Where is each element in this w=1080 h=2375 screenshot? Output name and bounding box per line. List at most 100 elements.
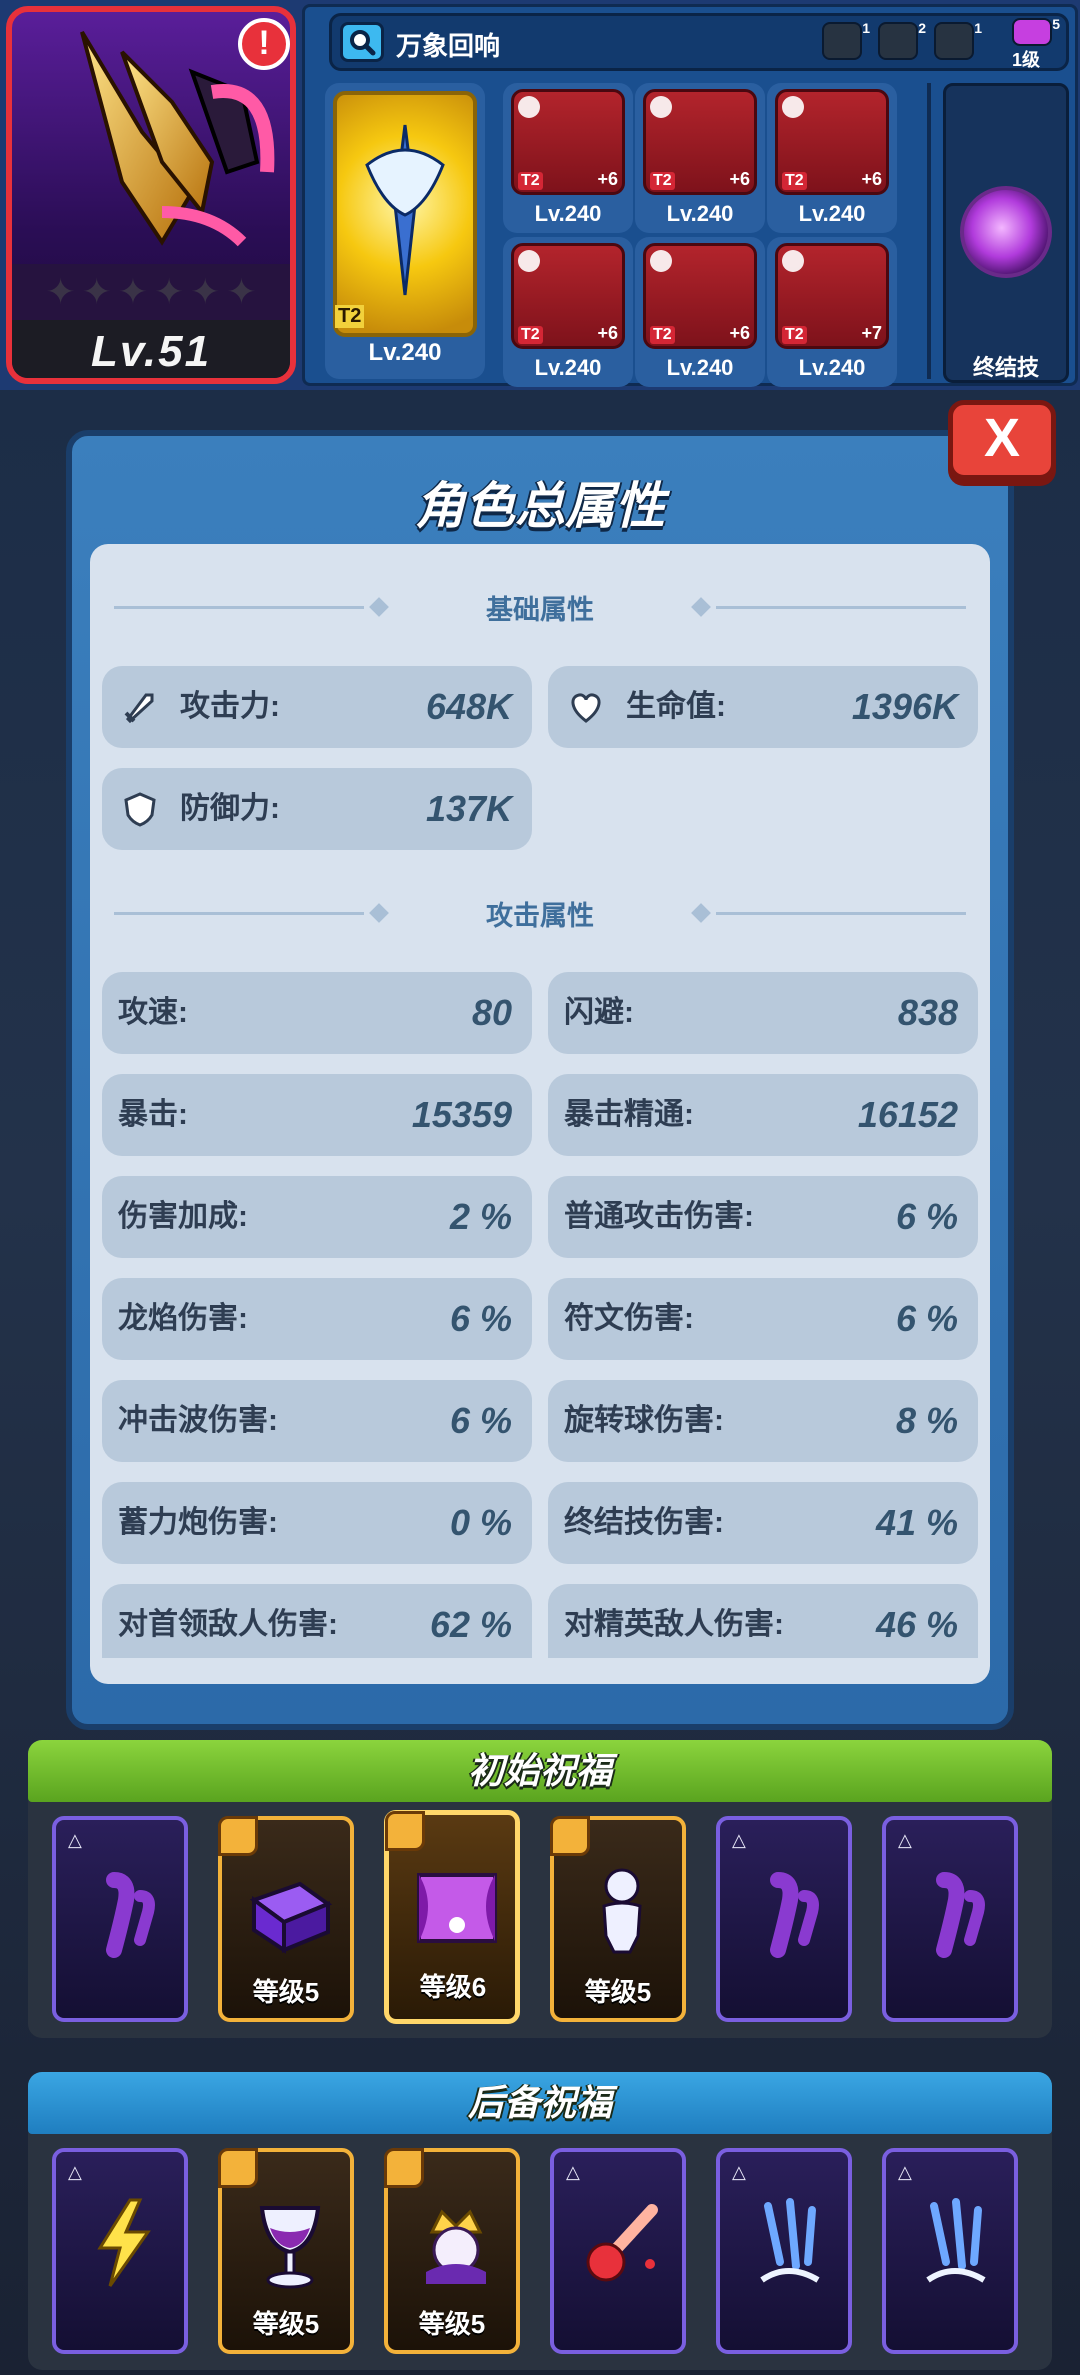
set-bar[interactable]: 万象回响 1 2 1 5 1级 bbox=[329, 13, 1069, 71]
blessing-card-locked[interactable]: △ bbox=[716, 2148, 852, 2354]
divider bbox=[716, 912, 966, 915]
close-button[interactable]: X bbox=[948, 400, 1056, 480]
reserve-blessings-section: 后备祝福 △ 等级5 等级5 △ △ △ bbox=[28, 2072, 1052, 2370]
weapon-art bbox=[333, 91, 477, 337]
item-level: Lv.240 bbox=[666, 201, 734, 226]
item-level: Lv.240 bbox=[368, 339, 442, 366]
enhance-level: +6 bbox=[861, 169, 882, 189]
blessing-card-locked[interactable]: △ bbox=[550, 2148, 686, 2354]
weapon-slot[interactable]: T2 Lv.240 bbox=[325, 83, 485, 379]
stat-label: 暴击精通: bbox=[564, 1098, 694, 1131]
stat-row: 伤害加成: 2 % bbox=[102, 1176, 532, 1258]
wrench-icon[interactable]: 1 bbox=[822, 20, 870, 60]
stat-label: 旋转球伤害: bbox=[564, 1404, 724, 1437]
stat-row: 对首领敌人伤害: 62 % bbox=[102, 1584, 532, 1658]
stat-value: 80 bbox=[471, 992, 512, 1033]
rune-badge-icon bbox=[218, 2148, 258, 2188]
stat-label: 对首领敌人伤害: bbox=[118, 1608, 338, 1641]
stat-label: 攻击力: bbox=[180, 690, 280, 723]
search-icon bbox=[350, 30, 376, 56]
stat-value: 0 % bbox=[449, 1502, 512, 1543]
stat-label: 防御力: bbox=[180, 792, 280, 825]
tier-badge: T2 bbox=[518, 172, 543, 190]
blessing-card-locked[interactable]: △ bbox=[52, 2148, 188, 2354]
armor-art: T2 +6 bbox=[643, 243, 757, 349]
blessing-card-locked[interactable]: △ bbox=[52, 1816, 188, 2022]
stats-panel: 基础属性 攻击力: 648K 生命值: 1396K 防御力: 137K 攻击属性… bbox=[90, 544, 990, 1684]
enhance-level: +6 bbox=[597, 323, 618, 343]
item-level: Lv.240 bbox=[534, 355, 602, 380]
stat-label: 暴击: bbox=[118, 1098, 188, 1131]
stat-value: 1396K bbox=[851, 686, 958, 727]
gear-slot[interactable]: T2 +6 Lv.240 bbox=[635, 83, 765, 233]
sword-icon bbox=[124, 693, 154, 724]
helmet-slot-icon bbox=[650, 96, 672, 118]
blessing-card-locked[interactable]: △ bbox=[882, 2148, 1018, 2354]
section-title: 后备祝福 bbox=[28, 2072, 1052, 2134]
stat-row: 符文伤害: 6 % bbox=[548, 1278, 978, 1360]
initial-blessings-section: 初始祝福 △ 等级5 等级6 等级5 △ △ bbox=[28, 1740, 1052, 2038]
blessing-card[interactable]: 等级5 bbox=[384, 2148, 520, 2354]
blessing-card[interactable]: 等级5 bbox=[550, 1816, 686, 2022]
stage-icon bbox=[417, 1873, 497, 1943]
stat-row-attack: 攻击力: 648K bbox=[102, 666, 532, 748]
tier-badge: T2 bbox=[782, 172, 807, 190]
stat-value: 6 % bbox=[449, 1298, 512, 1339]
lock-icon: △ bbox=[898, 2162, 912, 2182]
lock-icon: △ bbox=[566, 2162, 580, 2182]
lock-icon: △ bbox=[68, 2162, 82, 2182]
stat-row: 普通攻击伤害: 6 % bbox=[548, 1176, 978, 1258]
blessing-card-featured[interactable]: 等级6 bbox=[384, 1810, 520, 2024]
equipment-panel: 万象回响 1 2 1 5 1级 T2 Lv.240 T2 +6 Lv.240 T… bbox=[302, 4, 1078, 387]
goblet-icon bbox=[259, 2206, 321, 2289]
ultimate-skill-slot[interactable]: 终结技 bbox=[943, 83, 1069, 383]
lock-icon: △ bbox=[732, 1830, 746, 1850]
blessing-card-locked[interactable]: △ bbox=[716, 1816, 852, 2022]
skull-icon[interactable]: 5 bbox=[1012, 16, 1060, 46]
tier-badge: T2 bbox=[650, 172, 675, 190]
gear-slot[interactable]: T2 +6 Lv.240 bbox=[503, 83, 633, 233]
enhance-level: +6 bbox=[729, 323, 750, 343]
flame-icon[interactable]: 1 bbox=[934, 20, 982, 60]
blessing-card-locked[interactable]: △ bbox=[882, 1816, 1018, 2022]
gear-slot[interactable]: T2 +6 Lv.240 bbox=[635, 237, 765, 387]
trident-icon bbox=[365, 124, 445, 296]
stat-label: 伤害加成: bbox=[118, 1200, 248, 1233]
star-icon: ✦ bbox=[45, 271, 76, 312]
snowflake-icon[interactable]: 2 bbox=[878, 20, 926, 60]
stat-row: 冲击波伤害: 6 % bbox=[102, 1380, 532, 1462]
blessing-level: 等级5 bbox=[418, 2309, 486, 2339]
stat-label: 普通攻击伤害: bbox=[564, 1200, 754, 1233]
hourglass-slot-icon bbox=[782, 96, 804, 118]
search-button[interactable] bbox=[340, 22, 384, 62]
stat-label: 生命值: bbox=[626, 690, 726, 723]
hourglass-slot-icon bbox=[782, 250, 804, 272]
tier-badge: T2 bbox=[782, 326, 807, 344]
stat-label: 符文伤害: bbox=[564, 1302, 694, 1335]
star-icon: ✦ bbox=[154, 271, 185, 312]
gear-slot[interactable]: T2 +7 Lv.240 bbox=[767, 237, 897, 387]
ultimate-label: 终结技 bbox=[972, 355, 1039, 380]
ghost-icon bbox=[936, 1872, 985, 1958]
stat-value: 15359 bbox=[411, 1094, 512, 1135]
stat-label: 龙焰伤害: bbox=[118, 1302, 248, 1335]
star-icon: ✦ bbox=[117, 271, 148, 312]
tier-badge: T2 bbox=[335, 305, 365, 328]
stat-label: 蓄力炮伤害: bbox=[118, 1506, 278, 1539]
lock-icon: △ bbox=[898, 1830, 912, 1850]
stat-row: 蓄力炮伤害: 0 % bbox=[102, 1482, 532, 1564]
rune-badge-icon bbox=[218, 1816, 258, 1856]
stat-row: 暴击精通: 16152 bbox=[548, 1074, 978, 1156]
resource-level: 1级 bbox=[1012, 50, 1041, 70]
divider bbox=[927, 83, 931, 379]
gear-slot[interactable]: T2 +6 Lv.240 bbox=[767, 83, 897, 233]
modal-title: 角色总属性 bbox=[415, 478, 665, 534]
blessing-card[interactable]: 等级5 bbox=[218, 1816, 354, 2022]
gear-slot[interactable]: T2 +6 Lv.240 bbox=[503, 237, 633, 387]
stat-value: 137K bbox=[425, 788, 512, 829]
lock-icon: △ bbox=[68, 1830, 82, 1850]
blessing-card[interactable]: 等级5 bbox=[218, 2148, 354, 2354]
armor-art: T2 +6 bbox=[775, 89, 889, 195]
stat-value: 8 % bbox=[895, 1400, 958, 1441]
hero-card[interactable]: ! ✦ ✦ ✦ ✦ ✦ ✦ Lv.51 bbox=[6, 6, 296, 384]
